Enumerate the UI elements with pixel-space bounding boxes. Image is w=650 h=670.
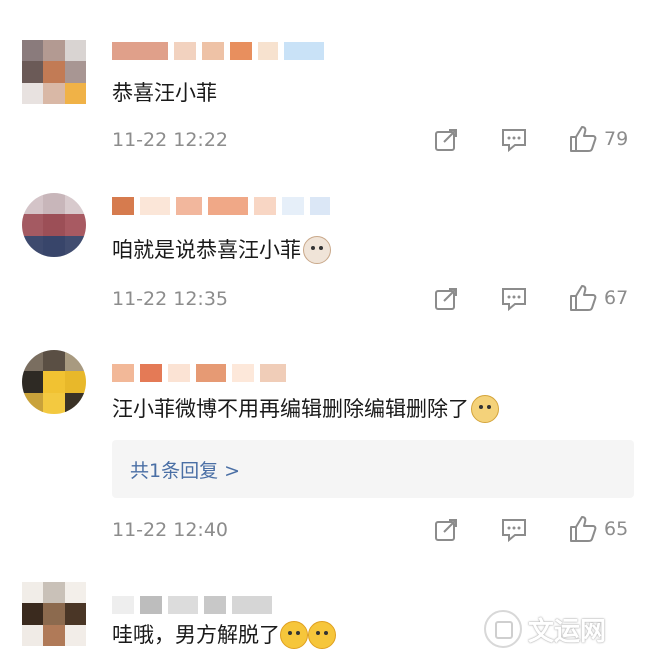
comment-text-content: 恭喜汪小菲 [112,81,217,105]
like-count: 65 [604,518,629,540]
comment-text-content: 汪小菲微博不用再编辑删除编辑删除了 [112,397,469,421]
comment-text: 咱就是说恭喜汪小菲 [112,235,331,265]
comment-item: 咱就是说恭喜汪小菲 11-22 12:35 67 [0,165,650,330]
comment-button[interactable] [500,516,528,544]
comment-time: 11-22 12:35 [112,288,229,310]
comment-text-content: 咱就是说恭喜汪小菲 [112,238,301,262]
avatar[interactable] [22,350,86,414]
comment-button[interactable] [500,285,528,313]
like-button[interactable]: 65 [568,514,628,544]
cat-emoji-icon [303,236,331,264]
like-button[interactable]: 67 [568,283,628,313]
comment-text: 恭喜汪小菲 [112,78,217,108]
cry-emoji-icon [308,621,336,649]
share-button[interactable] [432,285,460,313]
comment-icon [502,288,526,312]
reply-thread-box[interactable]: 共1条回复 > [112,440,634,498]
view-replies-link[interactable]: 共1条回复 > [130,456,240,483]
like-count: 67 [604,287,629,309]
username-blurred[interactable] [112,364,286,382]
comment-item: 汪小菲微博不用再编辑删除编辑删除了 共1条回复 > 11-22 12:40 65 [0,330,650,560]
comment-button[interactable] [500,126,528,154]
watermark: 文运网 [484,610,606,648]
cry-emoji-icon [280,621,308,649]
share-icon [435,129,457,151]
like-button[interactable]: 79 [568,124,628,154]
comment-icon [502,519,526,543]
comment-icon [502,129,526,153]
share-button[interactable] [432,126,460,154]
dog-emoji-icon [471,395,499,423]
avatar[interactable] [22,193,86,257]
username-blurred[interactable] [112,42,324,60]
comment-text: 汪小菲微博不用再编辑删除编辑删除了 [112,394,499,424]
username-blurred[interactable] [112,596,272,614]
comment-text: 哇哦，男方解脱了 [112,620,336,650]
share-icon [435,288,457,310]
avatar[interactable] [22,582,86,646]
comment-text-content: 哇哦，男方解脱了 [112,623,280,647]
like-icon [570,126,597,152]
like-icon [570,285,597,311]
username-blurred[interactable] [112,197,330,215]
avatar[interactable] [22,40,86,104]
watermark-text: 文运网 [528,616,607,647]
comment-time: 11-22 12:22 [112,129,229,151]
share-button[interactable] [432,516,460,544]
comment-item: 恭喜汪小菲 11-22 12:22 79 [0,0,650,165]
comment-time: 11-22 12:40 [112,519,229,541]
like-count: 79 [604,128,629,150]
like-icon [570,516,597,542]
watermark-logo-icon [484,610,522,648]
share-icon [435,519,457,541]
